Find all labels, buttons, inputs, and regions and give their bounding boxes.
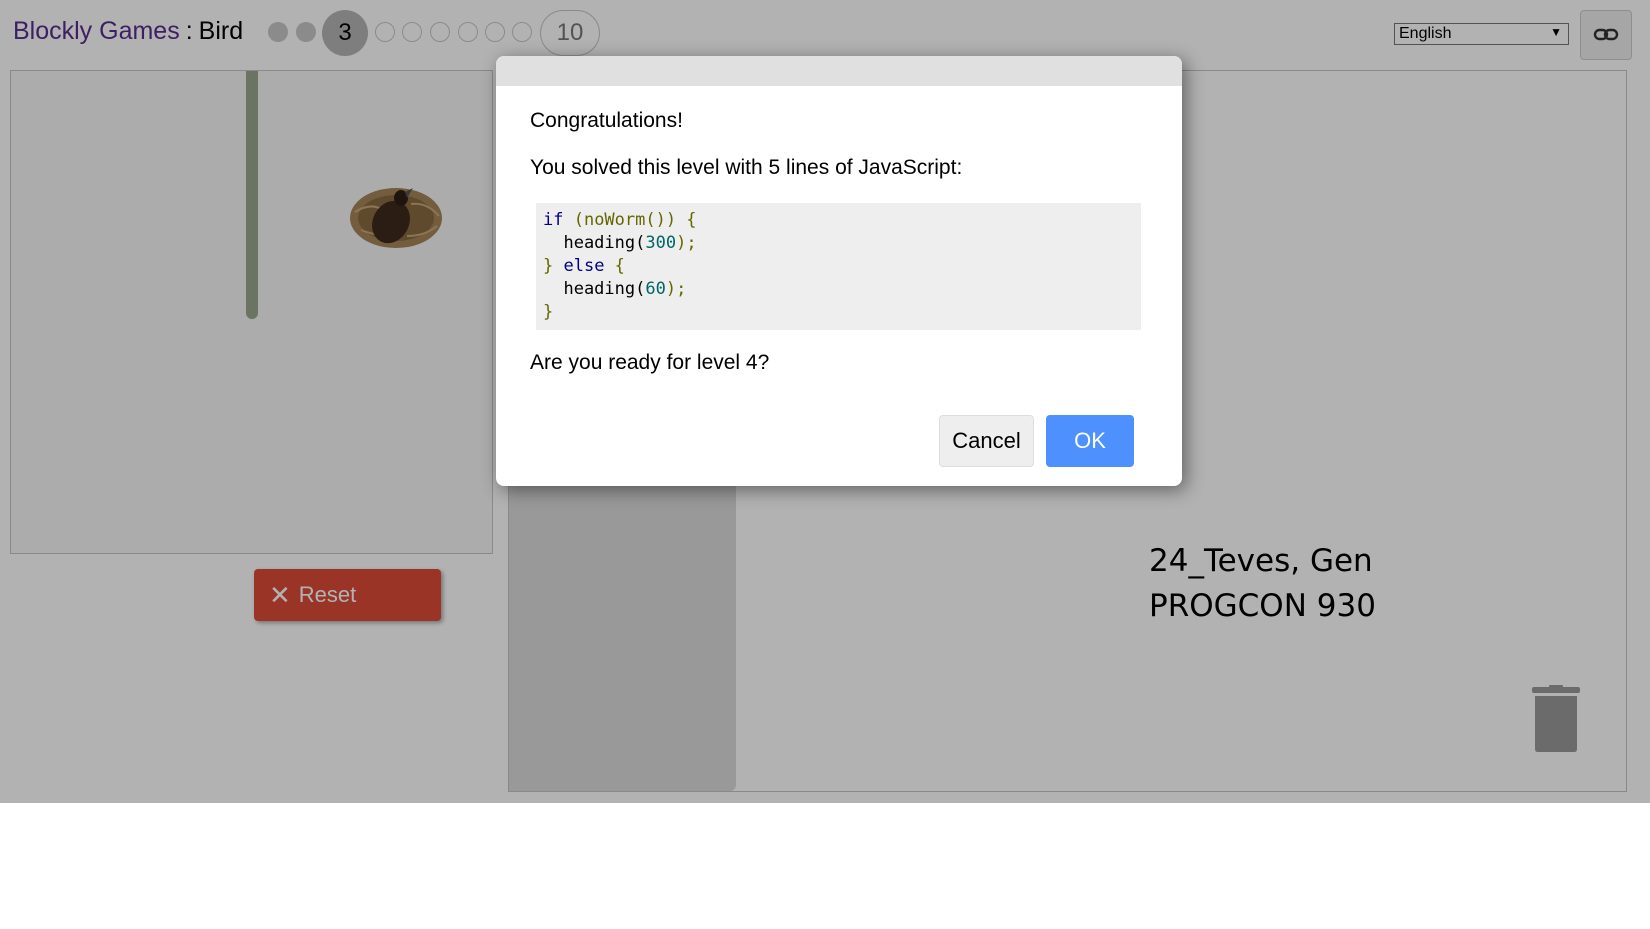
dialog-title: Congratulations!	[530, 109, 683, 132]
code-line-2: heading(300);	[543, 233, 697, 253]
code-line-1: if (noWorm()) {	[543, 210, 697, 230]
dialog-question: Are you ready for level 4?	[530, 351, 770, 374]
code-block: if (noWorm()) { heading(300); } else { he…	[536, 203, 1141, 330]
blockly-games-app: Blockly Games: Bird 3 10 English ▼ ✕ Res…	[0, 0, 1650, 803]
code-line-3: } else {	[543, 256, 625, 276]
code-line-5: }	[543, 302, 554, 322]
ok-button[interactable]: OK	[1046, 415, 1134, 467]
congratulations-dialog: Congratulations! You solved this level w…	[496, 56, 1182, 486]
cancel-button[interactable]: Cancel	[939, 415, 1034, 467]
dialog-title-bar[interactable]	[496, 56, 1182, 86]
code-line-4: heading(60);	[543, 279, 687, 299]
dialog-message: You solved this level with 5 lines of Ja…	[530, 156, 963, 179]
